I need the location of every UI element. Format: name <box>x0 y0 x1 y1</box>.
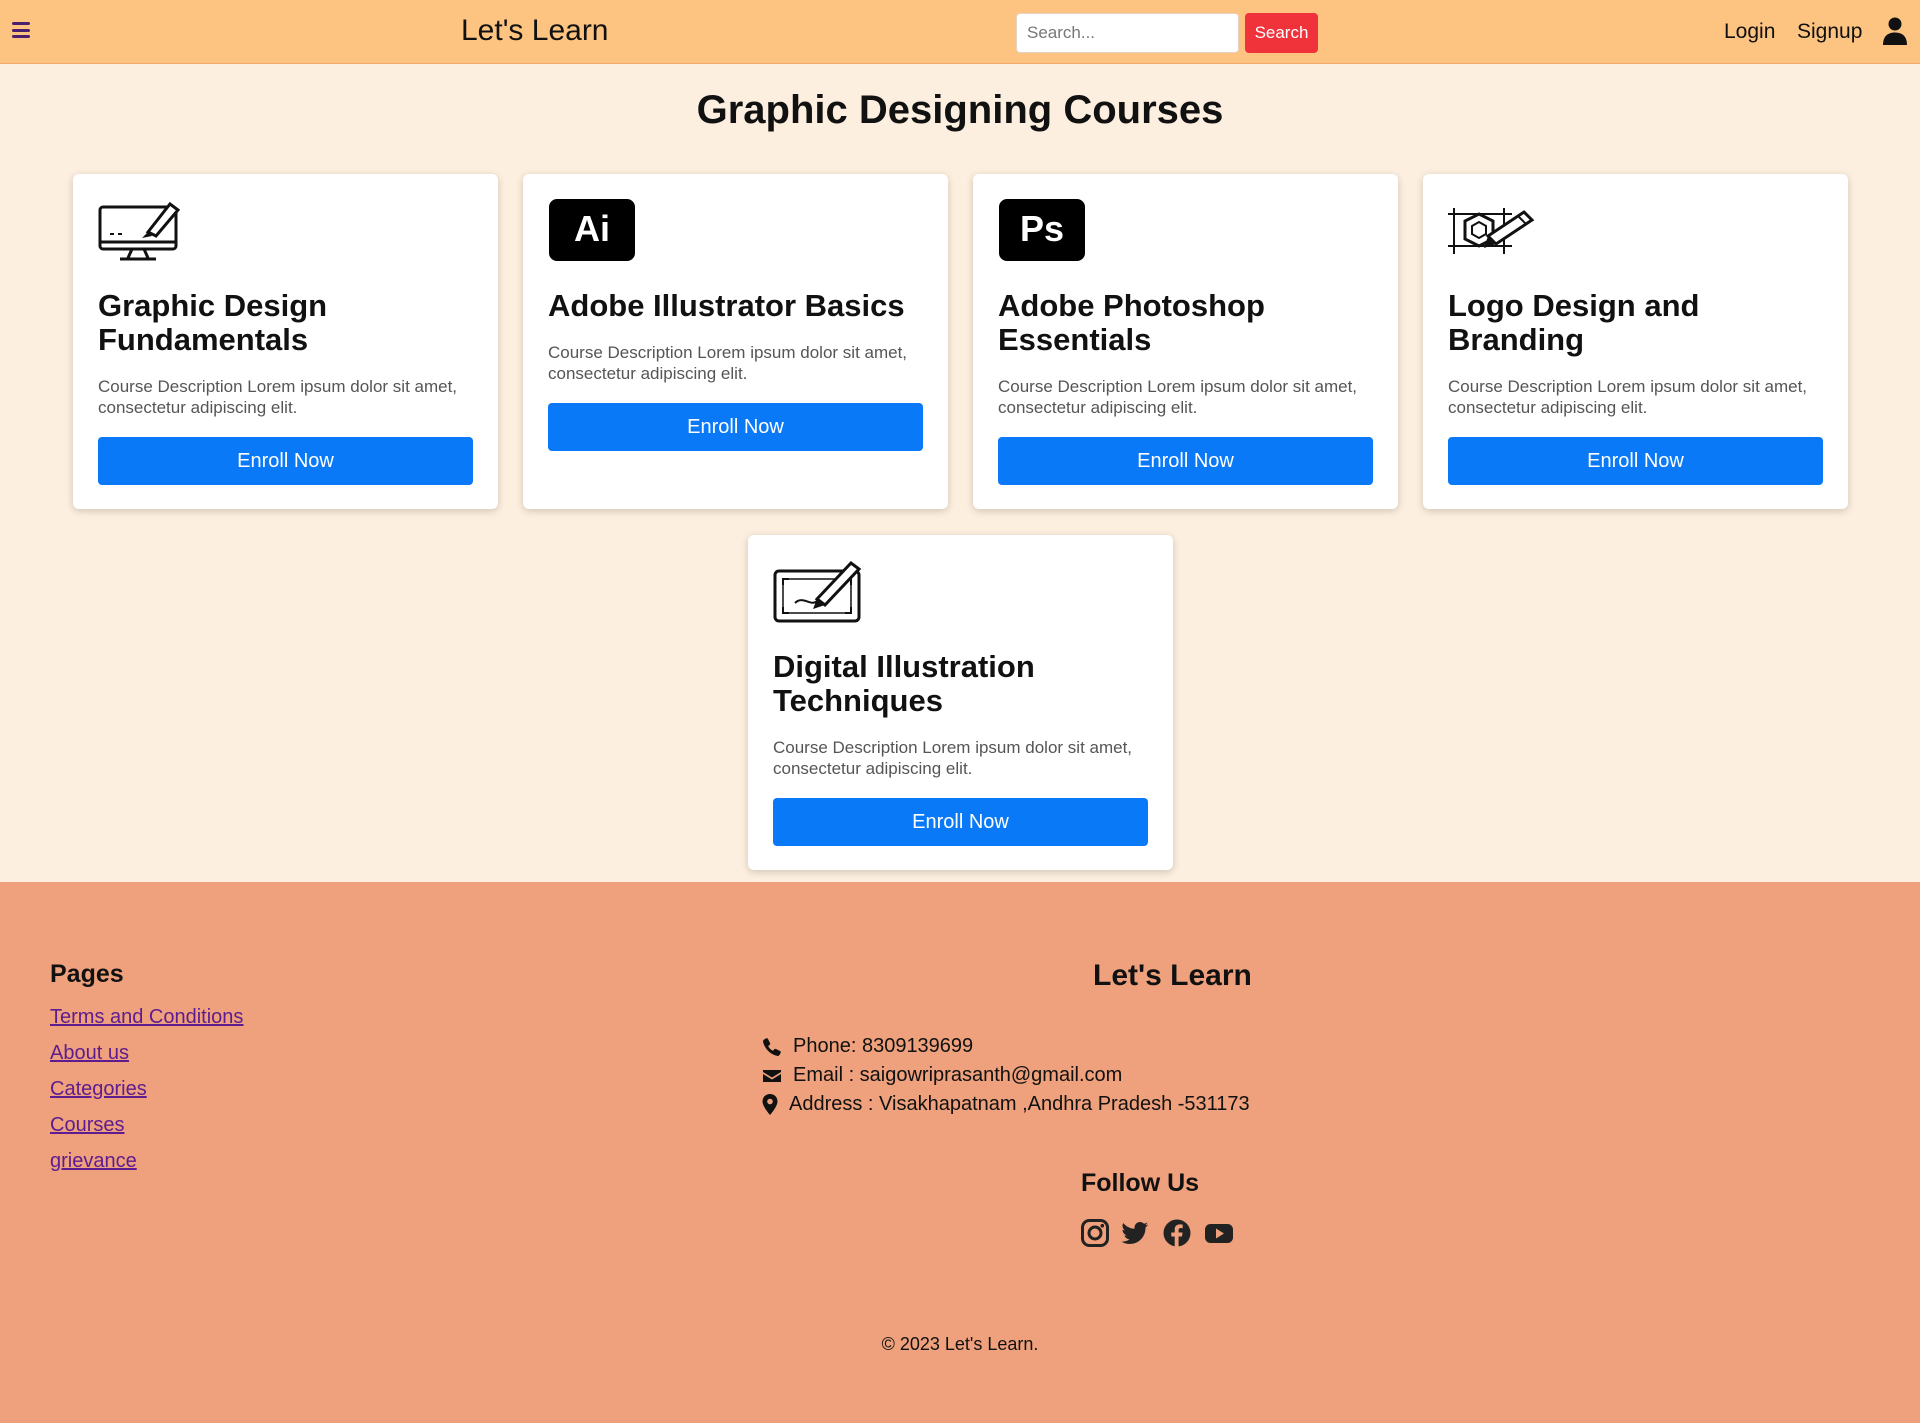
contact-email: Email : saigowriprasanth@gmail.com <box>762 1064 1122 1087</box>
login-link[interactable]: Login <box>1724 20 1775 44</box>
youtube-icon[interactable] <box>1204 1218 1234 1248</box>
address-text: Address : Visakhapatnam ,Andhra Pradesh … <box>789 1093 1250 1115</box>
footer: Pages Terms and Conditions About us Cate… <box>0 882 1920 1423</box>
logo-design-icon <box>1448 208 1535 254</box>
footer-link-courses[interactable]: Courses <box>50 1114 124 1136</box>
follow-us-heading: Follow Us <box>1081 1169 1200 1197</box>
navbar: Let's Learn Search Login Signup <box>0 0 1920 64</box>
course-card: Ai Adobe Illustrator Basics Course Descr… <box>523 174 948 509</box>
enroll-now-button[interactable]: Enroll Now <box>98 437 473 485</box>
enroll-now-button[interactable]: Enroll Now <box>1448 437 1823 485</box>
course-title: Digital Illustration Techniques <box>773 649 1035 718</box>
page-title: Graphic Designing Courses <box>696 88 1224 132</box>
course-description: Course Description Lorem ipsum dolor sit… <box>98 377 458 417</box>
footer-link-terms[interactable]: Terms and Conditions <box>50 1006 243 1028</box>
illustrator-icon: Ai <box>549 199 635 261</box>
facebook-icon[interactable] <box>1162 1218 1192 1248</box>
course-title: Adobe Photoshop Essentials <box>998 288 1265 357</box>
hamburger-menu-icon[interactable] <box>10 19 32 41</box>
location-pin-icon <box>762 1093 778 1115</box>
footer-link-grievance[interactable]: grievance <box>50 1150 137 1172</box>
enroll-now-button[interactable]: Enroll Now <box>998 437 1373 485</box>
drawing-tablet-icon <box>773 560 861 623</box>
photoshop-icon-label: Ps <box>1020 208 1064 249</box>
signup-link[interactable]: Signup <box>1797 20 1862 44</box>
course-card: Digital Illustration Techniques Course D… <box>748 535 1173 870</box>
course-title: Adobe Illustrator Basics <box>548 288 905 323</box>
illustrator-icon-label: Ai <box>574 208 610 249</box>
enroll-now-button[interactable]: Enroll Now <box>548 403 923 451</box>
instagram-icon[interactable] <box>1080 1218 1110 1248</box>
course-card: Graphic Design Fundamentals Course Descr… <box>73 174 498 509</box>
phone-icon <box>763 1037 781 1056</box>
copyright: © 2023 Let's Learn. <box>881 1334 1039 1354</box>
search-input[interactable] <box>1016 13 1239 53</box>
course-description: Course Description Lorem ipsum dolor sit… <box>548 343 908 383</box>
photoshop-icon: Ps <box>999 199 1085 261</box>
monitor-design-icon <box>98 201 181 261</box>
phone-text: Phone: 8309139699 <box>793 1035 974 1057</box>
course-card: Ps Adobe Photoshop Essentials Course Des… <box>973 174 1398 509</box>
course-card: Logo Design and Branding Course Descript… <box>1423 174 1848 509</box>
course-description: Course Description Lorem ipsum dolor sit… <box>998 377 1358 417</box>
envelope-icon <box>763 1069 781 1082</box>
search-button[interactable]: Search <box>1245 13 1318 53</box>
footer-link-categories[interactable]: Categories <box>50 1078 147 1100</box>
course-description: Course Description Lorem ipsum dolor sit… <box>1448 377 1808 417</box>
contact-address: Address : Visakhapatnam ,Andhra Pradesh … <box>762 1093 1250 1116</box>
contact-phone: Phone: 8309139699 <box>762 1035 973 1058</box>
footer-link-about[interactable]: About us <box>50 1042 129 1064</box>
course-description: Course Description Lorem ipsum dolor sit… <box>773 738 1133 778</box>
email-text: Email : saigowriprasanth@gmail.com <box>793 1064 1123 1086</box>
twitter-icon[interactable] <box>1120 1218 1150 1248</box>
user-icon[interactable] <box>1882 17 1908 45</box>
footer-brand: Let's Learn <box>1093 959 1252 992</box>
course-title: Logo Design and Branding <box>1448 288 1700 357</box>
brand-logo[interactable]: Let's Learn <box>461 14 609 48</box>
enroll-now-button[interactable]: Enroll Now <box>773 798 1148 846</box>
pages-list: Terms and Conditions About us Categories… <box>50 1006 243 1186</box>
course-title: Graphic Design Fundamentals <box>98 288 328 357</box>
pages-heading: Pages <box>50 960 124 988</box>
